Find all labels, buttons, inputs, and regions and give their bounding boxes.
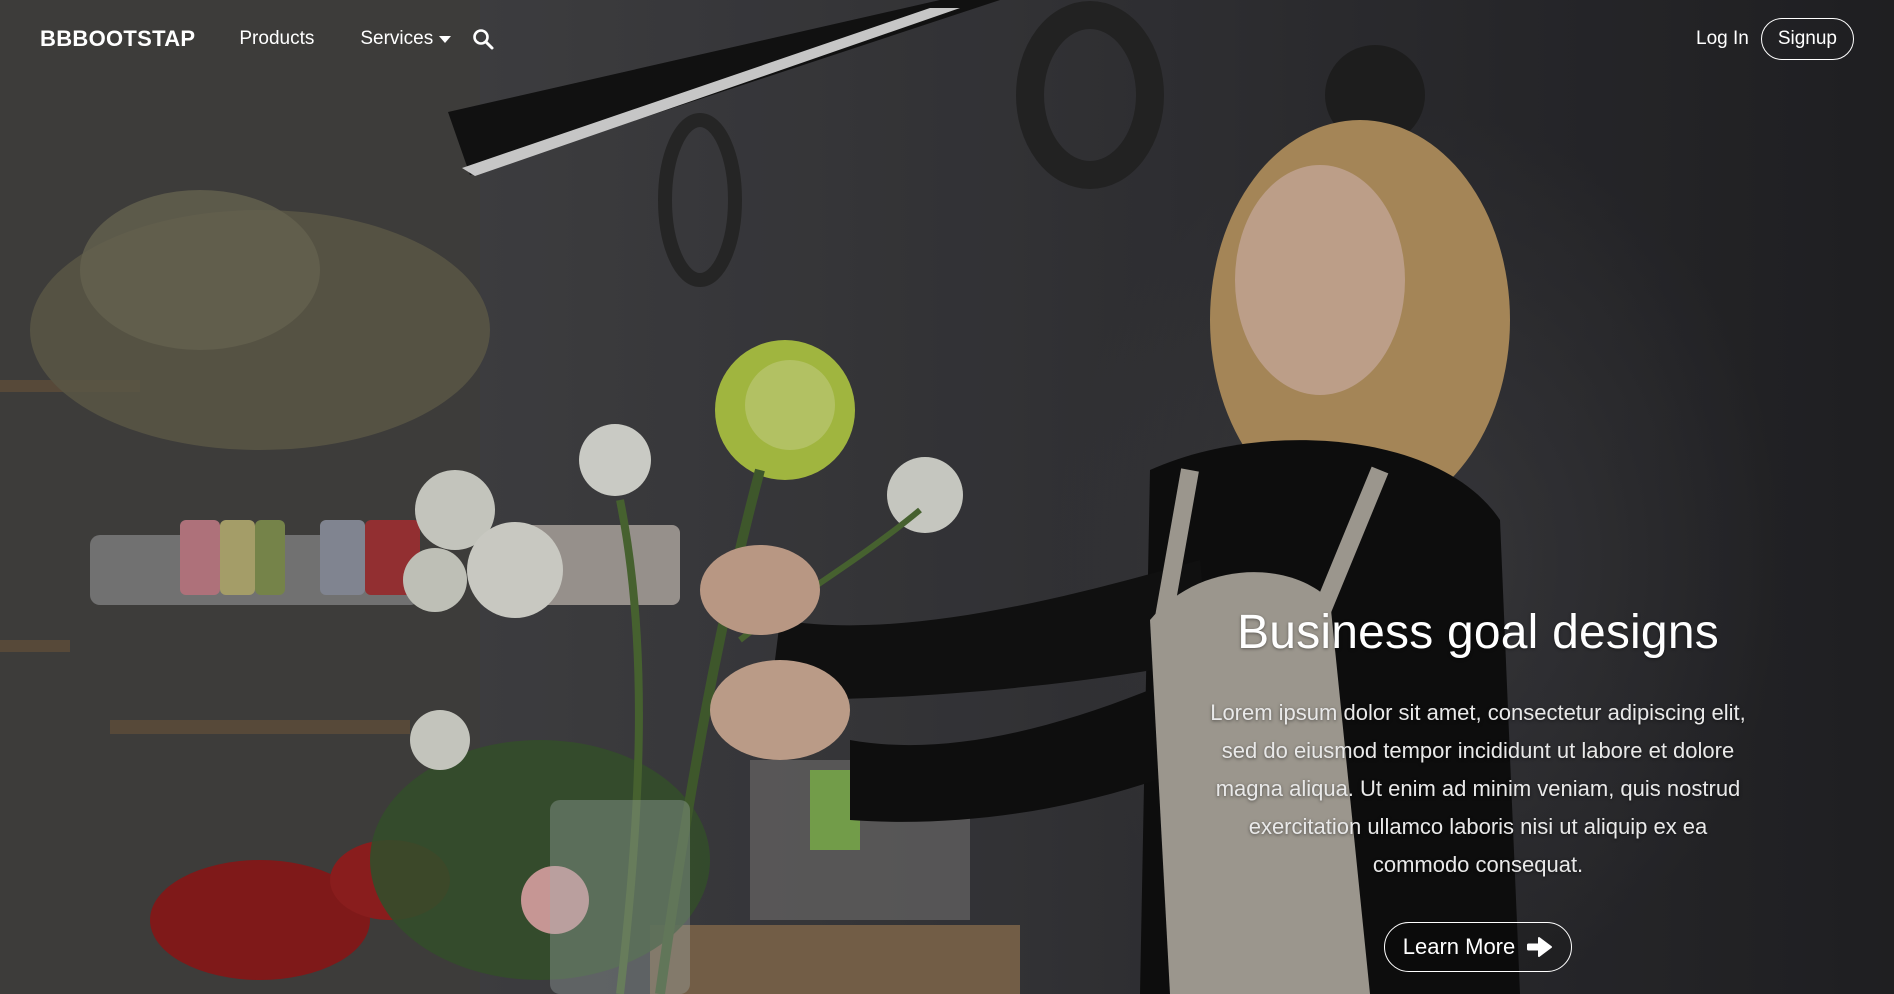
- login-link[interactable]: Log In: [1696, 28, 1749, 50]
- hero-headline: Business goal designs: [1237, 606, 1719, 659]
- hero-section: BBBOOTSTAP Products Services Log In Sign…: [0, 0, 1894, 994]
- arrow-right-icon: [1527, 937, 1553, 957]
- search-icon[interactable]: [471, 27, 495, 51]
- nav-auth-group: Log In Signup: [1696, 18, 1854, 60]
- learn-more-button[interactable]: Learn More: [1383, 922, 1573, 972]
- nav-link-label: Products: [239, 28, 315, 49]
- hero-content: Business goal designs Lorem ipsum dolor …: [1198, 605, 1758, 972]
- learn-more-label: Learn More: [1402, 934, 1516, 959]
- signup-button[interactable]: Signup: [1760, 18, 1854, 60]
- hero-body-text: Lorem ipsum dolor sit amet, consectetur …: [1210, 700, 1746, 877]
- brand-logo[interactable]: BBBOOTSTAP: [40, 26, 195, 52]
- top-navbar: BBBOOTSTAP Products Services Log In Sign…: [0, 0, 1894, 78]
- nav-link-products[interactable]: Products: [239, 28, 314, 50]
- nav-link-services[interactable]: Services: [360, 28, 452, 50]
- nav-link-label: Services: [360, 28, 434, 49]
- caret-down-icon: [439, 35, 452, 43]
